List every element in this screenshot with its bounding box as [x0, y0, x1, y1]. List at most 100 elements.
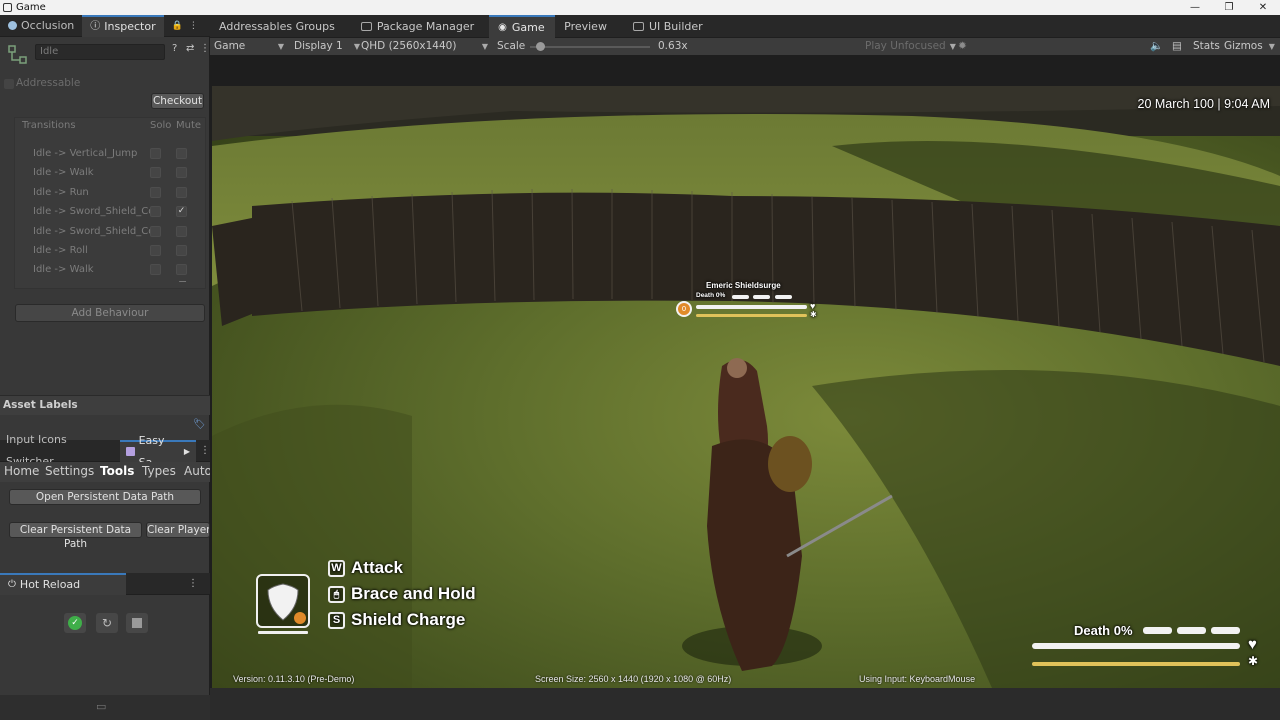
checkout-button[interactable]: Checkout — [151, 93, 204, 109]
mute-checkbox[interactable] — [176, 225, 187, 237]
hot-reload-status-button[interactable]: ✓ — [64, 613, 86, 633]
label-tag-icon[interactable]: 🏷 — [193, 419, 206, 430]
game-view-dropdown[interactable]: Game ▼ — [214, 38, 286, 55]
transition-row[interactable]: Idle -> Roll — [20, 241, 195, 260]
solo-checkbox[interactable] — [150, 148, 161, 159]
enemy-death-label: Death 0% — [696, 292, 726, 299]
tab-ui-builder[interactable]: UI Builder — [624, 15, 712, 38]
nav-auto[interactable]: Auto — [184, 464, 212, 478]
tab-inspector[interactable]: ⓘ Inspector — [82, 14, 164, 37]
mute-checkbox[interactable] — [176, 264, 187, 276]
solo-checkbox[interactable] — [150, 225, 161, 237]
state-name-field[interactable]: Idle — [35, 44, 165, 60]
nav-home[interactable]: Home — [4, 464, 39, 478]
action-attack-label: Attack — [351, 558, 403, 577]
player-health-bar — [1032, 643, 1240, 649]
tab-preview[interactable]: Preview — [555, 15, 616, 38]
more-icon[interactable]: ⋮ — [189, 21, 198, 31]
transition-label: Idle -> Roll — [33, 245, 88, 256]
tab-ui-builder-label: UI Builder — [648, 19, 703, 33]
caret-down-icon: ▼ — [949, 42, 956, 51]
hud-datetime: 20 March 100 | 9:04 AM — [1137, 97, 1271, 111]
transition-row[interactable]: Idle -> Walk — [20, 260, 195, 279]
add-behaviour-button[interactable]: Add Behaviour — [15, 304, 205, 322]
inspector-more-icon[interactable]: ⋮ — [200, 43, 210, 54]
help-icon[interactable]: ? — [172, 43, 177, 54]
transition-row[interactable]: Idle -> Sword_Shield_Co ✓ — [20, 202, 195, 221]
mute-checkbox[interactable] — [176, 167, 187, 179]
scale-slider[interactable] — [530, 38, 650, 55]
tools-more-icon[interactable]: ⋮ — [200, 445, 210, 456]
remove-transition-button[interactable]: − — [178, 275, 187, 288]
window-titlebar: Game — ❐ ✕ — [0, 0, 1280, 15]
enemy-sprint-icon: ✱ — [810, 310, 817, 319]
tab-package-manager-label: Package Manager — [376, 19, 475, 33]
shortcuts-icon[interactable]: ▤ — [1172, 38, 1182, 55]
display-value: Display 1 — [294, 40, 343, 52]
scale-slider-thumb[interactable] — [535, 42, 545, 51]
mute-checkbox[interactable]: ✓ — [176, 206, 187, 218]
caret-down-icon: ▼ — [481, 42, 488, 51]
transition-row[interactable]: Idle -> Walk — [20, 163, 195, 182]
minimize-icon[interactable]: — — [1178, 0, 1212, 15]
solo-checkbox[interactable] — [150, 245, 161, 256]
display-dropdown[interactable]: Display 1 ▼ — [294, 38, 360, 55]
stats-button[interactable]: Stats — [1193, 38, 1220, 55]
solo-checkbox[interactable] — [150, 264, 161, 276]
tab-input-icons-switcher[interactable]: Input Icons Switcher — [0, 433, 120, 468]
addressable-label: Addressable — [16, 77, 81, 89]
action-shield-charge: S Shield Charge — [328, 610, 465, 630]
console-icon[interactable]: ▭ — [96, 700, 106, 713]
tools-tabbar: Input Icons Switcher Easy Sa▶ ⋮ — [0, 433, 210, 469]
tab-game-label: Game — [511, 20, 545, 34]
mute-checkbox[interactable] — [176, 245, 187, 256]
tab-package-manager[interactable]: Package Manager — [352, 15, 483, 38]
addressable-checkbox[interactable] — [4, 79, 14, 89]
tab-scroll-right-icon[interactable]: ▶ — [184, 441, 190, 463]
solo-checkbox[interactable] — [150, 206, 161, 218]
hot-reload-more-icon[interactable]: ⋮ — [188, 578, 198, 589]
solo-header: Solo — [150, 120, 172, 131]
tab-occlusion[interactable]: Occlusion — [0, 15, 82, 37]
action-brace: 🖱 Brace and Hold — [328, 584, 476, 604]
enemy-stamina-pip — [775, 295, 792, 299]
preset-icon[interactable]: ⇄ — [186, 43, 194, 54]
mute-audio-icon[interactable]: 🔈 — [1150, 38, 1163, 55]
enemy-stamina-bar — [696, 314, 807, 317]
mute-checkbox[interactable] — [176, 148, 187, 159]
refresh-icon[interactable]: ↻ — [96, 613, 118, 633]
close-icon[interactable]: ✕ — [1246, 0, 1280, 15]
keycap-s: S — [328, 612, 345, 630]
hot-reload-title: Hot Reload — [19, 577, 81, 591]
mute-checkbox[interactable] — [176, 186, 187, 198]
asset-labels-header[interactable]: Asset Labels — [0, 395, 210, 415]
transition-row[interactable]: Idle -> Run — [20, 183, 195, 202]
transition-row[interactable]: Idle -> Sword_Shield_Co — [20, 222, 195, 241]
resolution-dropdown[interactable]: QHD (2560x1440) ▼ — [361, 38, 488, 55]
tab-easy-save[interactable]: Easy Sa▶ — [119, 434, 196, 469]
tab-addressables-label: Addressables Groups — [219, 19, 335, 33]
nav-tools[interactable]: Tools — [100, 464, 134, 478]
bug-icon[interactable]: ✹ — [958, 38, 967, 55]
tab-game[interactable]: ◉ Game — [489, 14, 556, 38]
play-mode-dropdown[interactable]: Play Unfocused ▼ — [865, 38, 956, 55]
tab-preview-label: Preview — [564, 19, 607, 33]
open-persistent-data-path-button[interactable]: Open Persistent Data Path — [9, 489, 201, 505]
lock-icon[interactable]: 🔒 — [172, 21, 183, 31]
solo-checkbox[interactable] — [150, 186, 161, 198]
transition-label: Idle -> Vertical_Jump — [33, 148, 138, 159]
clear-persistent-data-path-button[interactable]: Clear Persistent Data Path — [9, 522, 142, 550]
solo-checkbox[interactable] — [150, 167, 161, 179]
hot-reload-icon: ⏻ — [8, 578, 16, 590]
tab-addressables-groups[interactable]: Addressables Groups — [210, 15, 344, 38]
stop-button[interactable] — [126, 613, 148, 633]
tab-hot-reload[interactable]: ⏻ Hot Reload — [0, 572, 126, 595]
restore-icon[interactable]: ❐ — [1212, 0, 1246, 15]
resolution-value: QHD (2560x1440) — [361, 40, 457, 52]
nav-types[interactable]: Types — [142, 464, 176, 478]
clear-playerprefs-button[interactable]: Clear PlayerI — [146, 522, 210, 538]
nav-settings[interactable]: Settings — [45, 464, 94, 478]
game-viewport[interactable]: 20 March 100 | 9:04 AM Emeric Shieldsurg… — [212, 86, 1280, 688]
gizmos-button[interactable]: Gizmos ▼ — [1224, 38, 1275, 55]
transition-row[interactable]: Idle -> Vertical_Jump — [20, 144, 195, 163]
